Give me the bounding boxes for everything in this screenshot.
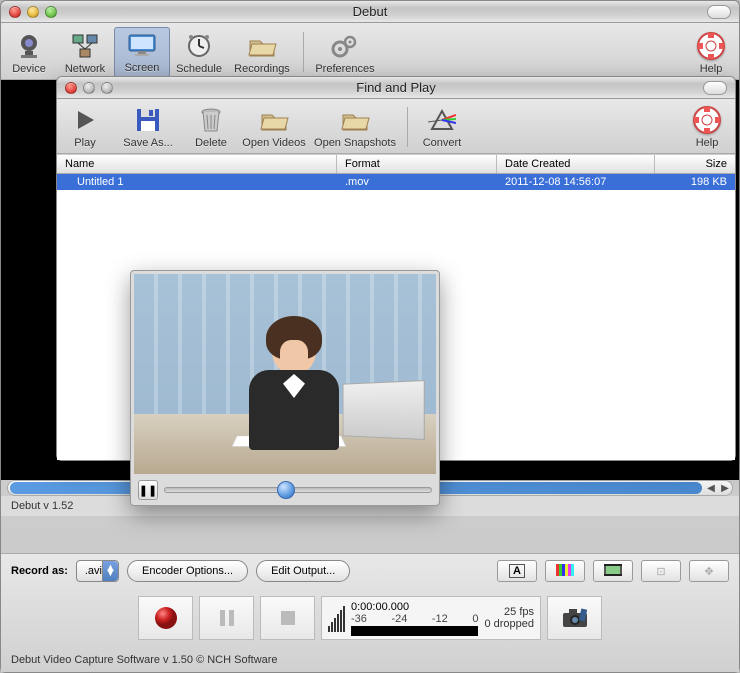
gears-icon	[329, 31, 361, 61]
file-list-header: Name Format Date Created Size	[57, 154, 735, 174]
network-label: Network	[65, 63, 105, 75]
lifering-icon	[695, 31, 727, 61]
lifering-icon	[691, 105, 723, 135]
toolbar-toggle-icon[interactable]	[707, 5, 731, 19]
meter-fps: 25 fps	[484, 606, 534, 618]
device-button[interactable]: Device	[1, 29, 57, 77]
format-dropdown[interactable]: .avi ▲▼	[76, 560, 119, 582]
preview-seek-slider[interactable]	[164, 487, 432, 493]
expand-icon: ✥	[704, 565, 713, 578]
folder-open-icon	[258, 105, 290, 135]
col-date[interactable]: Date Created	[497, 155, 655, 173]
device-label: Device	[12, 63, 46, 75]
sub-title: Find and Play	[57, 80, 735, 95]
effects-button[interactable]	[593, 560, 633, 582]
bottom-panel: Record as: .avi ▲▼ Encoder Options... Ed…	[1, 553, 739, 672]
clock-icon	[183, 31, 215, 61]
recordings-label: Recordings	[234, 63, 290, 75]
meter-time: 0:00:00.000	[351, 601, 478, 613]
save-as-button[interactable]: Save As...	[113, 103, 183, 151]
meter-dropped: 0 dropped	[484, 618, 534, 630]
stop-icon	[279, 609, 297, 627]
dropdown-arrows-icon: ▲▼	[102, 561, 118, 581]
record-icon	[153, 605, 179, 631]
delete-button[interactable]: Delete	[183, 103, 239, 151]
screen-icon	[126, 30, 158, 60]
play-icon	[69, 105, 101, 135]
toolbar-toggle-icon[interactable]	[703, 81, 727, 95]
crop-icon: ⊡	[656, 565, 665, 578]
fullscreen-button[interactable]: ✥	[689, 560, 729, 582]
main-toolbar: Device Network Screen Schedule Recording…	[1, 23, 739, 80]
open-snapshots-button[interactable]: Open Snapshots	[309, 103, 401, 151]
col-size[interactable]: Size	[655, 155, 735, 173]
prism-icon	[426, 105, 458, 135]
folder-open-icon	[246, 31, 278, 61]
crop-button[interactable]: ⊡	[641, 560, 681, 582]
format-selected: .avi	[85, 565, 102, 577]
preferences-button[interactable]: Preferences	[310, 29, 380, 77]
help-button[interactable]: Help	[679, 103, 735, 151]
network-button[interactable]: Network	[57, 29, 113, 77]
recordings-button[interactable]: Recordings	[227, 29, 297, 77]
recording-meter: 0:00:00.000 -36 -24 -12 0 25 fps 0 dropp…	[321, 596, 541, 640]
scroll-left-icon[interactable]: ◀	[704, 481, 718, 495]
stop-button[interactable]	[260, 596, 315, 640]
open-videos-button[interactable]: Open Videos	[239, 103, 309, 151]
table-row[interactable]: Untitled 1 .mov 2011-12-08 14:56:07 198 …	[57, 174, 735, 190]
screen-button[interactable]: Screen	[114, 27, 170, 77]
main-titlebar: Debut	[1, 1, 739, 23]
film-icon	[604, 564, 622, 579]
network-icon	[69, 31, 101, 61]
folder-open-icon	[339, 105, 371, 135]
main-title: Debut	[1, 4, 739, 19]
preview-pause-button[interactable]: ❚❚	[138, 480, 158, 500]
slider-thumb-icon[interactable]	[277, 481, 295, 499]
color-bars-icon	[556, 564, 574, 579]
schedule-label: Schedule	[176, 63, 222, 75]
sub-toolbar: Play Save As... Delete Open Videos Open …	[57, 99, 735, 154]
help-button[interactable]: Help	[683, 29, 739, 77]
trash-icon	[195, 105, 227, 135]
encoder-options-button[interactable]: Encoder Options...	[127, 560, 248, 582]
snapshot-button[interactable]	[547, 596, 602, 640]
sub-titlebar: Find and Play	[57, 77, 735, 99]
footer-text: Debut Video Capture Software v 1.50 © NC…	[1, 650, 739, 672]
screen-label: Screen	[125, 62, 160, 74]
scroll-right-icon[interactable]: ▶	[718, 481, 732, 495]
text-icon: A	[509, 564, 525, 578]
col-name[interactable]: Name	[57, 155, 337, 173]
webcam-icon	[13, 31, 45, 61]
convert-button[interactable]: Convert	[414, 103, 470, 151]
schedule-button[interactable]: Schedule	[171, 29, 227, 77]
level-meter-icon	[328, 604, 345, 632]
text-overlay-button[interactable]: A	[497, 560, 537, 582]
edit-output-button[interactable]: Edit Output...	[256, 560, 350, 582]
record-as-label: Record as:	[11, 565, 68, 577]
pause-icon: ❚❚	[139, 484, 157, 497]
preferences-label: Preferences	[315, 63, 374, 75]
pause-icon	[217, 608, 237, 628]
pause-button[interactable]	[199, 596, 254, 640]
video-preview-popup: ❚❚	[130, 270, 440, 506]
camera-icon	[560, 605, 590, 631]
floppy-icon	[132, 105, 164, 135]
play-button[interactable]: Play	[57, 103, 113, 151]
color-adjust-button[interactable]	[545, 560, 585, 582]
record-button[interactable]	[138, 596, 193, 640]
col-format[interactable]: Format	[337, 155, 497, 173]
help-label: Help	[700, 63, 723, 75]
video-preview-frame	[134, 274, 436, 474]
